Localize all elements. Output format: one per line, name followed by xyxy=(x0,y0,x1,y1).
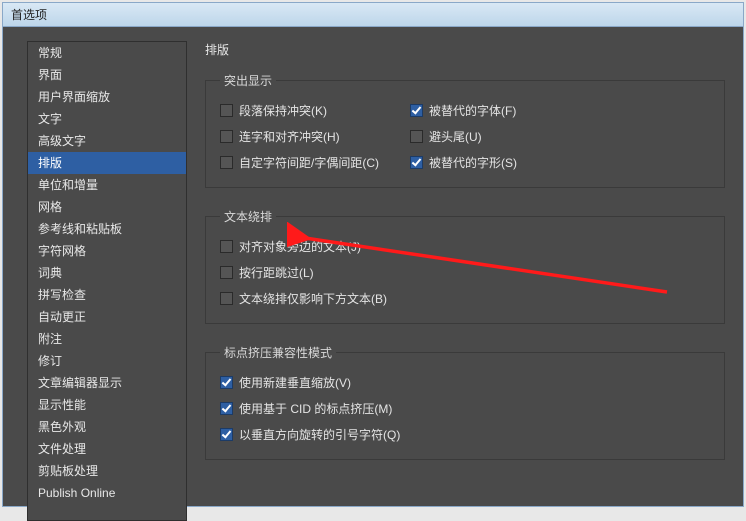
panel-title: 排版 xyxy=(205,41,725,58)
chk-justify-next-to-object-label: 对齐对象旁边的文本(J) xyxy=(239,238,361,255)
chk-skip-by-leading-label: 按行距跳过(L) xyxy=(239,264,314,281)
group-textwrap: 文本绕排 对齐对象旁边的文本(J) 按行距跳过(L) xyxy=(205,208,725,324)
sidebar-item-19[interactable]: 剪贴板处理 xyxy=(28,460,186,482)
group-highlight: 突出显示 段落保持冲突(K) 被替代的字体(F) 连字和对齐冲突(H) xyxy=(205,72,725,188)
sidebar-item-1[interactable]: 界面 xyxy=(28,64,186,86)
chk-kinsoku[interactable] xyxy=(410,130,423,143)
sidebar-item-14[interactable]: 修订 xyxy=(28,350,186,372)
sidebar-item-9[interactable]: 字符网格 xyxy=(28,240,186,262)
chk-kinsoku-label: 避头尾(U) xyxy=(429,128,482,145)
chk-cid-mojikumi-label: 使用基于 CID 的标点挤压(M) xyxy=(239,400,392,417)
main-panel: 排版 突出显示 段落保持冲突(K) 被替代的字体(F) xyxy=(187,27,743,506)
sidebar-item-0[interactable]: 常规 xyxy=(28,42,186,64)
sidebar-item-7[interactable]: 网格 xyxy=(28,196,186,218)
group-mojikumi-legend: 标点挤压兼容性模式 xyxy=(220,344,336,361)
chk-keep-violations-label: 段落保持冲突(K) xyxy=(239,102,327,119)
chk-new-vertical-scaling-label: 使用新建垂直缩放(V) xyxy=(239,374,351,391)
category-sidebar: 常规界面用户界面缩放文字高级文字排版单位和增量网格参考线和粘贴板字符网格词典拼写… xyxy=(27,41,187,521)
chk-hj-violations[interactable] xyxy=(220,130,233,143)
chk-hj-violations-label: 连字和对齐冲突(H) xyxy=(239,128,340,145)
chk-cid-mojikumi[interactable] xyxy=(220,402,233,415)
sidebar-item-11[interactable]: 拼写检查 xyxy=(28,284,186,306)
sidebar-item-12[interactable]: 自动更正 xyxy=(28,306,186,328)
chk-justify-next-to-object[interactable] xyxy=(220,240,233,253)
sidebar-item-13[interactable]: 附注 xyxy=(28,328,186,350)
chk-substituted-glyphs[interactable] xyxy=(410,156,423,169)
window-title: 首选项 xyxy=(11,6,47,23)
content-area: 常规界面用户界面缩放文字高级文字排版单位和增量网格参考线和粘贴板字符网格词典拼写… xyxy=(3,27,743,506)
sidebar-item-16[interactable]: 显示性能 xyxy=(28,394,186,416)
sidebar-item-8[interactable]: 参考线和粘贴板 xyxy=(28,218,186,240)
chk-wrap-affects-below[interactable] xyxy=(220,292,233,305)
sidebar-item-18[interactable]: 文件处理 xyxy=(28,438,186,460)
sidebar-item-20[interactable]: Publish Online xyxy=(28,482,186,504)
group-mojikumi: 标点挤压兼容性模式 使用新建垂直缩放(V) 使用基于 CID 的标点挤压(M) xyxy=(205,344,725,460)
chk-rotate-quotes-vertical-label: 以垂直方向旋转的引号字符(Q) xyxy=(239,426,400,443)
sidebar-item-4[interactable]: 高级文字 xyxy=(28,130,186,152)
sidebar-item-3[interactable]: 文字 xyxy=(28,108,186,130)
sidebar-item-2[interactable]: 用户界面缩放 xyxy=(28,86,186,108)
chk-wrap-affects-below-label: 文本绕排仅影响下方文本(B) xyxy=(239,290,387,307)
sidebar-item-5[interactable]: 排版 xyxy=(28,152,186,174)
chk-custom-kerning[interactable] xyxy=(220,156,233,169)
chk-substituted-fonts[interactable] xyxy=(410,104,423,117)
sidebar-item-17[interactable]: 黑色外观 xyxy=(28,416,186,438)
chk-substituted-glyphs-label: 被替代的字形(S) xyxy=(429,154,517,171)
sidebar-item-10[interactable]: 词典 xyxy=(28,262,186,284)
sidebar-item-6[interactable]: 单位和增量 xyxy=(28,174,186,196)
chk-custom-kerning-label: 自定字符间距/字偶间距(C) xyxy=(239,154,379,171)
chk-skip-by-leading[interactable] xyxy=(220,266,233,279)
preferences-window: 首选项 常规界面用户界面缩放文字高级文字排版单位和增量网格参考线和粘贴板字符网格… xyxy=(2,2,744,507)
chk-rotate-quotes-vertical[interactable] xyxy=(220,428,233,441)
chk-substituted-fonts-label: 被替代的字体(F) xyxy=(429,102,516,119)
group-highlight-legend: 突出显示 xyxy=(220,72,276,89)
chk-new-vertical-scaling[interactable] xyxy=(220,376,233,389)
sidebar-item-15[interactable]: 文章编辑器显示 xyxy=(28,372,186,394)
titlebar: 首选项 xyxy=(3,3,743,27)
chk-keep-violations[interactable] xyxy=(220,104,233,117)
group-textwrap-legend: 文本绕排 xyxy=(220,208,276,225)
